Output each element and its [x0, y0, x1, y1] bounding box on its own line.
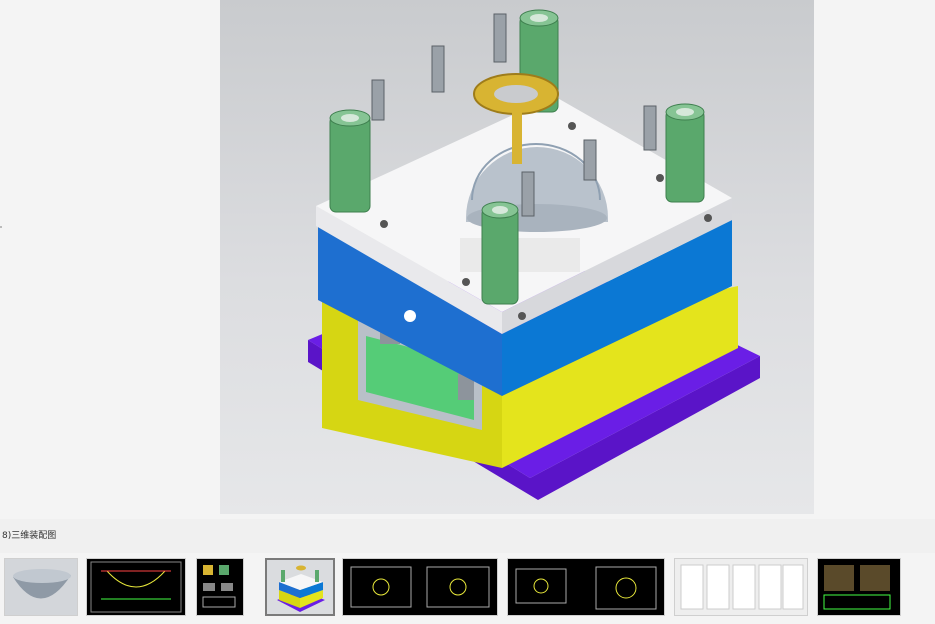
image-viewer: [0, 0, 935, 518]
mold-assembly-icon: [308, 9, 760, 500]
thumbnail-2[interactable]: [86, 558, 186, 616]
thumbnail-3[interactable]: [196, 558, 244, 616]
mold-base-drawing-thumbnail-icon: [508, 559, 664, 615]
mold-plate-drawing-thumbnail-icon: [343, 559, 497, 615]
mold-assembly-thumbnail-icon: [267, 560, 333, 614]
caption-bar: [0, 519, 935, 553]
main-image[interactable]: [220, 0, 814, 514]
thumbnail-6[interactable]: [507, 558, 665, 616]
thumbnail-5[interactable]: [342, 558, 498, 616]
thumbnail-1[interactable]: [4, 558, 78, 616]
thumbnail-4-active[interactable]: [265, 558, 335, 616]
thumbnail-8[interactable]: [817, 558, 901, 616]
viewer-edge-mark: [0, 226, 2, 228]
assembly-drawing-thumbnail-icon: [818, 559, 900, 615]
image-caption: 8)三维装配图: [2, 531, 57, 541]
bowl-cad-drawing-thumbnail-icon: [87, 559, 185, 615]
parts-sheet-thumbnail-icon: [197, 559, 243, 615]
document-pages-thumbnail-icon: [675, 559, 807, 615]
bowl-3d-render-thumbnail-icon: [5, 559, 77, 615]
thumbnail-7[interactable]: [674, 558, 808, 616]
